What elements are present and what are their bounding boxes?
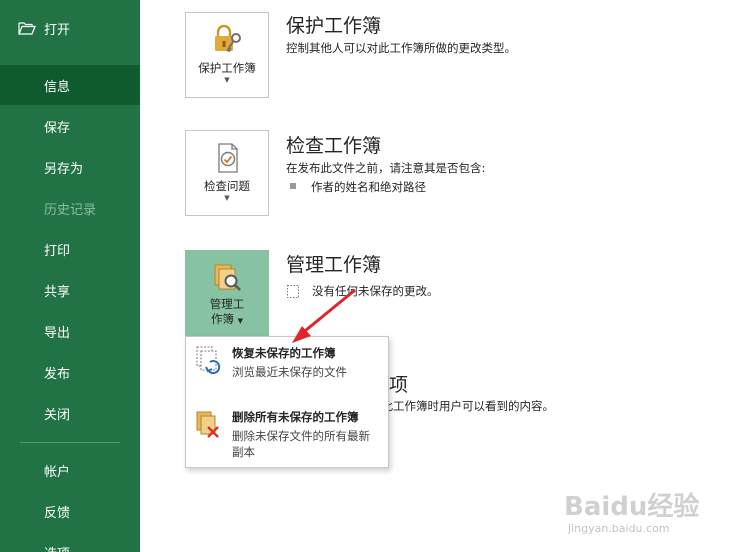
sidebar-item-open[interactable]: 打开 [0,8,140,48]
protect-title: 保护工作簿 [286,15,382,37]
sidebar-item-save[interactable]: 保存 [0,106,140,146]
sidebar-item-label: 发布 [44,366,71,382]
sidebar-item-publish[interactable]: 发布 [0,352,140,392]
sidebar-item-history: 历史记录 [0,188,140,228]
sidebar-item-label: 历史记录 [44,202,97,218]
menu-item-recover-unsaved[interactable]: 恢复未保存的工作簿 浏览最近未保存的文件 [186,337,388,397]
inspect-desc: 在发布此文件之前，请注意其是否包含: [286,161,486,175]
manage-desc: 没有任何未保存的更改。 [312,284,439,298]
protect-button-label: 保护工作簿 [198,61,256,75]
sidebar-item-label: 选项 [44,543,70,552]
sidebar-item-feedback[interactable]: 反馈 [0,491,140,531]
sidebar-item-label: 帐户 [44,464,71,480]
inspect-title: 检查工作簿 [286,135,382,157]
bullet-icon [290,183,296,189]
inspect-issues-button[interactable]: 检查问题 ▼ [185,130,269,216]
watermark-text: Baidu经验 [564,492,700,522]
chevron-down-icon: ▼ [237,317,244,325]
manage-button-label-line1: 管理工 [209,297,245,311]
recover-workbook-icon [196,346,221,375]
document-dotted-icon [287,285,299,298]
manage-button-label-line2: 作簿 ▼ [211,312,243,329]
chevron-down-icon: ▼ [224,194,230,202]
sidebar-item-label: 关闭 [44,407,71,423]
sidebar-item-label: 共享 [44,284,71,300]
manage-workbook-icon [214,264,241,291]
sidebar-item-close[interactable]: 关闭 [0,393,140,433]
inspect-bullet-text: 作者的姓名和绝对路径 [311,180,426,194]
folder-open-icon [18,22,36,35]
sidebar-item-label: 打印 [44,243,71,259]
protect-desc: 控制其他人可以对此工作簿所做的更改类型。 [286,41,516,55]
inspect-document-icon [218,143,238,173]
menu-item-title: 恢复未保存的工作簿 [232,346,336,360]
manage-title: 管理工作簿 [286,254,382,276]
manage-workbook-dropdown: 恢复未保存的工作簿 浏览最近未保存的文件 删除所有未保存的工作簿 删除未保存文件… [185,336,389,468]
manage-button-label-line2-text: 作簿 [210,312,234,326]
sidebar-item-label: 打开 [44,22,71,38]
sidebar-item-options[interactable]: 选项 [0,532,140,552]
watermark-sub: jingyan.baidu.com [568,522,670,535]
properties-desc-partial: 置此工作簿时用户可以看到的内容。 [370,399,554,413]
sidebar-item-share[interactable]: 共享 [0,270,140,310]
sidebar-item-save-as[interactable]: 另存为 [0,147,140,187]
baidu-watermark: Baidu经验 jingyan.baidu.com [560,486,738,546]
menu-item-title: 删除所有未保存的工作簿 [232,410,359,424]
menu-item-delete-unsaved[interactable]: 删除所有未保存的工作簿 删除未保存文件的所有最新副本 [186,401,388,467]
sidebar-item-label: 导出 [44,325,71,341]
menu-item-desc: 删除未保存文件的所有最新副本 [232,429,370,459]
backstage-sidebar: 打开 信息 保存 另存为 历史记录 打印 共享 导出 发布 关闭 帐户 反馈 选… [0,0,140,552]
sidebar-item-label: 信息 [44,79,71,95]
sidebar-item-label: 保存 [44,120,71,136]
menu-item-desc: 浏览最近未保存的文件 [232,365,347,379]
sidebar-item-print[interactable]: 打印 [0,229,140,269]
sidebar-item-label: 反馈 [44,505,71,521]
protect-workbook-button[interactable]: 保护工作簿 ▼ [185,12,269,98]
sidebar-item-export[interactable]: 导出 [0,311,140,351]
sidebar-divider [20,442,120,443]
sidebar-item-label: 另存为 [44,161,84,177]
manage-workbook-button[interactable]: 管理工 作簿 ▼ [185,250,269,336]
inspect-button-label: 检查问题 [204,179,250,193]
lock-key-icon [215,24,241,53]
chevron-down-icon: ▼ [224,76,230,84]
sidebar-item-info[interactable]: 信息 [0,65,140,105]
delete-workbooks-icon [196,411,219,438]
sidebar-item-account[interactable]: 帐户 [0,450,140,490]
